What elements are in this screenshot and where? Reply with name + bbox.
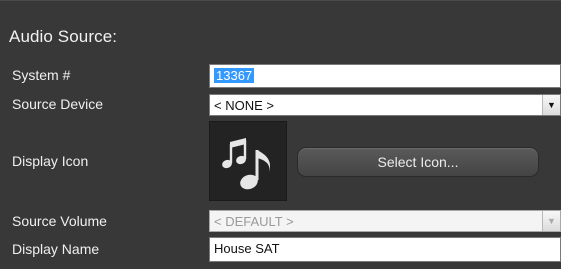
source-device-select[interactable]: < NONE > ▼ — [209, 94, 561, 116]
chevron-down-icon[interactable]: ▼ — [542, 95, 560, 115]
panel-title: Audio Source: — [9, 27, 118, 46]
display-icon-preview — [209, 121, 287, 201]
system-number-label: System # — [12, 67, 71, 83]
system-number-field[interactable]: 13367 — [209, 64, 561, 88]
display-name-label: Display Name — [12, 241, 100, 257]
source-device-value: < NONE > — [214, 98, 274, 113]
source-volume-label: Source Volume — [12, 213, 107, 229]
music-notes-icon — [222, 138, 271, 190]
source-volume-select: < DEFAULT > ▼ — [209, 210, 561, 232]
display-name-field[interactable]: House SAT — [209, 237, 561, 262]
select-icon-button[interactable]: Select Icon... — [297, 147, 539, 177]
display-icon-label: Display Icon — [12, 153, 89, 169]
source-device-label: Source Device — [12, 96, 104, 112]
source-volume-value: < DEFAULT > — [214, 214, 294, 229]
system-number-value: 13367 — [214, 68, 255, 83]
audio-source-panel: Audio Source: System # 13367 Source Devi… — [0, 0, 561, 269]
chevron-down-icon: ▼ — [542, 211, 560, 231]
display-name-value: House SAT — [214, 241, 280, 256]
